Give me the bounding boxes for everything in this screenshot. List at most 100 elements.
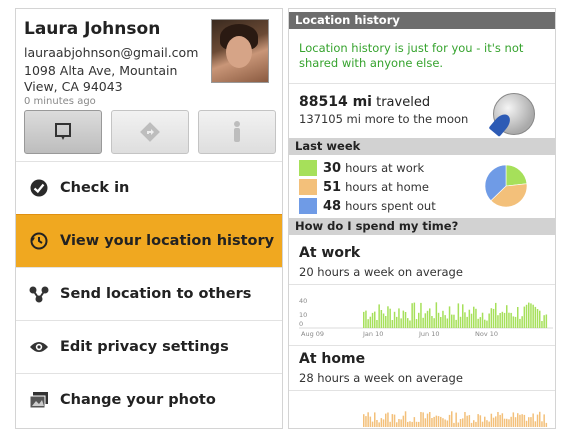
home-hours-label: hours at home <box>345 180 429 194</box>
activity-bar <box>402 310 405 328</box>
profile-panel: Laura Johnson lauraabjohnson@gmail.com 1… <box>15 8 283 429</box>
menu-item-check-in[interactable]: Check in <box>16 161 282 214</box>
activity-bar <box>413 417 416 427</box>
divider <box>289 345 555 346</box>
activity-bar <box>459 316 462 328</box>
at-home-title: At home <box>299 351 366 367</box>
activity-bar <box>481 312 484 328</box>
panel-title: Location history <box>289 12 555 29</box>
activity-bar <box>382 313 385 328</box>
activity-bar <box>420 412 422 427</box>
divider <box>289 390 555 391</box>
tick-label: 10 <box>299 311 307 319</box>
activity-bar <box>418 421 420 427</box>
activity-bar <box>468 415 471 427</box>
activity-bar <box>466 415 468 427</box>
eye-icon <box>28 336 50 358</box>
activity-bar <box>435 302 438 328</box>
activity-bar <box>464 412 466 427</box>
activity-bar <box>393 414 396 427</box>
activity-bar <box>530 303 532 328</box>
avatar[interactable] <box>211 19 269 83</box>
activity-bar <box>444 419 446 427</box>
activity-bar <box>409 320 411 328</box>
work-hours-value: 30 <box>323 160 342 176</box>
activity-bar <box>473 306 475 328</box>
home-swatch <box>299 179 317 195</box>
activity-bar <box>374 311 376 328</box>
home-sparkline <box>363 411 548 427</box>
activity-bar <box>369 416 372 427</box>
activity-bar <box>501 311 504 328</box>
spend-time-header: How do I spend my time? <box>289 218 555 235</box>
activity-bar <box>442 418 444 427</box>
activity-bar <box>484 416 486 427</box>
activity-bar <box>402 415 405 427</box>
activity-bar <box>400 419 402 427</box>
map-marker-icon <box>55 123 71 140</box>
activity-bar <box>398 419 400 427</box>
activity-bar <box>451 411 453 427</box>
activity-bar <box>424 418 427 427</box>
activity-bar <box>411 303 413 328</box>
activity-bar <box>391 414 394 427</box>
activity-bar <box>479 415 482 427</box>
activity-bar <box>396 422 398 427</box>
activity-bar <box>459 419 462 427</box>
activity-bar <box>389 421 391 427</box>
activity-bar <box>378 304 380 328</box>
at-home-subtitle: 28 hours a week on average <box>299 371 463 385</box>
activity-bar <box>409 421 411 427</box>
work-hours-label: hours at work <box>345 161 425 175</box>
tick-label: 0 <box>299 320 303 328</box>
activity-bar <box>396 316 398 328</box>
out-swatch <box>299 198 317 214</box>
date-label: Jan 10 <box>362 330 383 338</box>
activity-bar <box>499 414 501 427</box>
tick-label: 40 <box>299 297 307 305</box>
activity-bar <box>492 308 495 328</box>
activity-bar <box>385 413 387 427</box>
activity-bar <box>539 310 541 328</box>
menu-item-privacy[interactable]: Edit privacy settings <box>16 320 282 373</box>
activity-bar <box>435 415 438 427</box>
location-history-panel: Location history Location history is jus… <box>288 8 556 429</box>
activity-bar <box>398 308 400 328</box>
activity-bar <box>477 414 479 427</box>
activity-bar <box>415 319 418 328</box>
activity-bar <box>400 318 402 328</box>
activity-bar <box>369 316 372 328</box>
out-hours-value: 48 <box>323 198 342 214</box>
profile-name: Laura Johnson <box>24 19 161 39</box>
activity-bar <box>539 411 541 427</box>
menu-item-change-photo[interactable]: Change your photo <box>16 373 282 426</box>
work-swatch <box>299 160 317 176</box>
activity-bar <box>523 414 526 427</box>
activity-bar <box>453 314 455 328</box>
moon-distance: 137105 mi more to the moon <box>299 112 469 126</box>
activity-bar <box>495 302 497 328</box>
activity-bar <box>510 312 512 328</box>
activity-bar <box>534 306 537 328</box>
out-hours-label: hours spent out <box>345 199 436 213</box>
activity-bar <box>380 418 383 427</box>
map-button[interactable] <box>24 110 102 154</box>
profile-menu: Check in View your location history Send… <box>16 161 282 426</box>
activity-bar <box>475 421 477 427</box>
activity-bar <box>365 416 367 427</box>
activity-bar <box>543 315 545 328</box>
divider <box>289 83 555 84</box>
street-view-button[interactable] <box>198 110 276 154</box>
directions-button[interactable] <box>111 110 189 154</box>
activity-bar <box>404 411 407 427</box>
activity-bar <box>363 414 365 427</box>
activity-bar <box>389 308 391 328</box>
menu-item-location-history[interactable]: View your location history <box>16 214 282 267</box>
activity-bar <box>387 412 389 427</box>
activity-bar <box>407 318 409 328</box>
activity-bar <box>508 312 510 328</box>
activity-bar <box>506 418 508 427</box>
menu-item-send-location[interactable]: Send location to others <box>16 267 282 320</box>
work-sparkline: 40 10 0 Aug 09 Jan 10 Jun 10 Nov 10 <box>299 297 553 338</box>
activity-bar <box>415 421 418 427</box>
